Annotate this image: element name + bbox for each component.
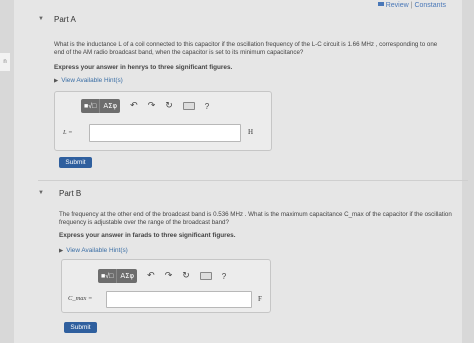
part-a-question-line1: What is the inductance L of a coil conne… [54,41,438,48]
part-a-hint-label: View Available Hint(s) [61,77,123,84]
part-a-variable-label: L = [63,129,73,136]
header-separator: | [410,2,413,9]
part-a-hint-toggle[interactable]: ▶ View Available Hint(s) [54,77,123,84]
part-b-collapse-icon[interactable]: ▼ [38,190,44,196]
greek-symbols-button[interactable]: ΑΣφ [100,99,121,113]
part-b-hint-label: View Available Hint(s) [66,247,128,254]
part-b-answer-input[interactable] [106,291,252,308]
part-a-question-line2: end of the AM radio broadcast band, when… [54,49,304,56]
part-a-answer-input[interactable] [89,124,241,142]
constants-link[interactable]: Constants [414,2,446,9]
help-icon[interactable]: ? [222,272,226,281]
part-b-instruction: Express your answer in farads to three s… [59,232,236,239]
part-a-math-toolbar: ■√□ ΑΣφ ↶ ↷ ↻ ? [81,99,209,113]
part-divider [38,180,468,181]
part-b-variable-label: C_max = [68,295,93,302]
keyboard-icon[interactable] [182,102,195,110]
reset-icon[interactable]: ↻ [182,271,190,281]
redo-icon[interactable]: ↷ [165,271,173,281]
review-link[interactable]: Review [386,2,409,9]
help-icon[interactable]: ? [205,102,209,111]
header-links: Review | Constants [377,2,446,9]
reset-icon[interactable]: ↻ [165,101,173,111]
part-b-question: The frequency at the other end of the br… [59,211,464,227]
templates-button[interactable]: ■√□ [81,99,101,113]
part-a-question: What is the inductance L of a coil conne… [54,41,464,57]
part-a-submit-button[interactable]: Submit [59,157,92,168]
templates-button[interactable]: ■√□ [98,269,118,283]
review-icon [377,2,384,6]
part-b-submit-button[interactable]: Submit [64,322,97,333]
part-a-unit: H [248,128,254,136]
part-b-question-line2: frequency is adjustable over the range o… [59,219,229,226]
part-a-title[interactable]: Part A [54,15,76,24]
expand-triangle-icon: ▶ [59,248,64,254]
undo-icon[interactable]: ↶ [147,271,155,281]
side-edge-tab: n [0,53,10,71]
keyboard-icon[interactable] [199,272,212,280]
part-b-answer-box: ■√□ ΑΣφ ↶ ↷ ↻ ? C_max = F [61,259,271,313]
part-b-title[interactable]: Part B [59,189,81,198]
part-a-answer-box: ■√□ ΑΣφ ↶ ↷ ↻ ? L = H [54,91,272,151]
problem-panel: Review | Constants ▼ Part A What is the in… [14,0,468,343]
part-b-question-line1: The frequency at the other end of the br… [59,211,452,218]
part-b-hint-toggle[interactable]: ▶ View Available Hint(s) [59,247,128,254]
part-b-math-toolbar: ■√□ ΑΣφ ↶ ↷ ↻ ? [98,269,226,283]
part-a-instruction: Express your answer in henrys to three s… [54,64,233,71]
part-b-unit: F [258,295,262,303]
expand-triangle-icon: ▶ [54,78,59,84]
undo-icon[interactable]: ↶ [130,101,138,111]
redo-icon[interactable]: ↷ [148,101,156,111]
greek-symbols-button[interactable]: ΑΣφ [117,269,138,283]
part-a-collapse-icon[interactable]: ▼ [38,16,44,22]
